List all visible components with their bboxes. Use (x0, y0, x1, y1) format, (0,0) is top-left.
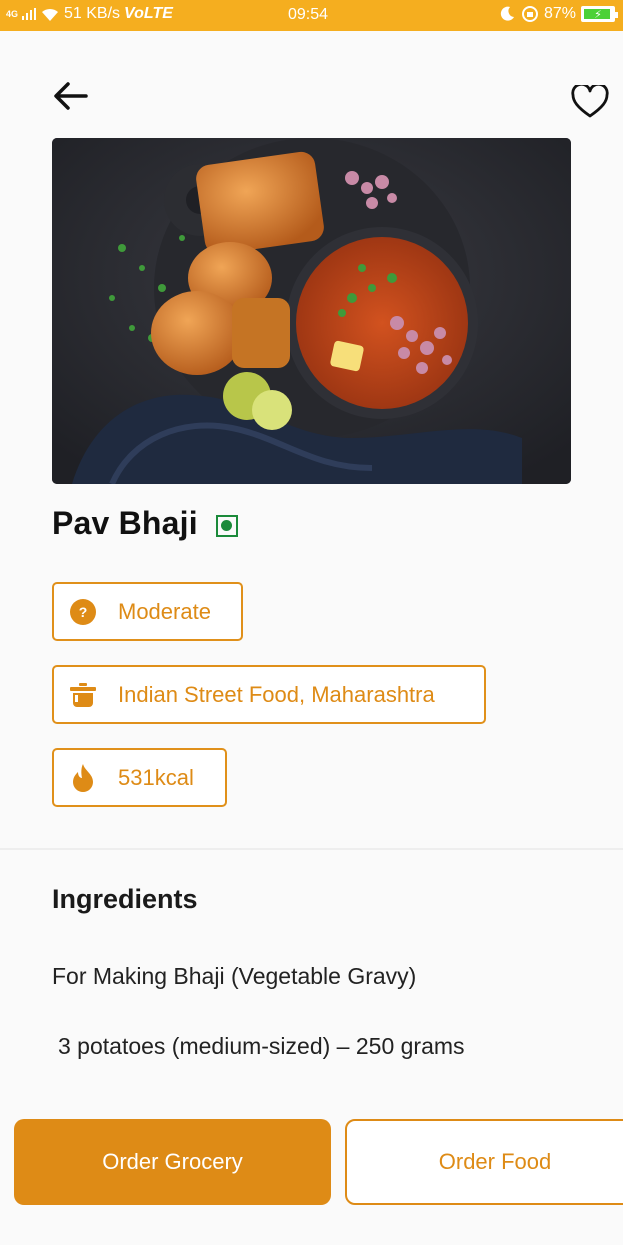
help-circle-icon: ? (68, 597, 98, 627)
arrow-left-icon (54, 82, 88, 110)
ingredients-subtitle: For Making Bhaji (Vegetable Gravy) (52, 963, 417, 989)
cuisine-label: Indian Street Food, Maharashtra (118, 681, 435, 707)
veg-mark-icon (215, 514, 238, 537)
volte-label: VoLTE (124, 5, 173, 22)
order-grocery-button[interactable]: Order Grocery (14, 1119, 331, 1205)
difficulty-label: Moderate (118, 598, 211, 624)
heart-outline-icon (571, 85, 609, 118)
network-type: 4G (6, 8, 19, 19)
clock: 09:54 (288, 6, 329, 23)
status-left: 4G 51 KB/s VoLTE (6, 5, 173, 23)
rotation-lock-icon (521, 6, 538, 22)
calories-label: 531kcal (118, 764, 194, 790)
recipe-title: Pav Bhaji (52, 505, 198, 541)
pot-icon (68, 680, 98, 710)
battery-icon: ⚡ (581, 6, 618, 22)
favorite-button[interactable] (569, 82, 611, 122)
wifi-icon (42, 8, 59, 21)
section-divider (0, 848, 623, 850)
ingredient-item: 3 potatoes (medium-sized) – 250 grams (58, 1033, 465, 1059)
status-right: 87% ⚡ (498, 5, 618, 23)
status-bar: 4G 51 KB/s VoLTE 09:54 87% ⚡ (0, 0, 623, 31)
back-button[interactable] (50, 76, 90, 116)
title-row: Pav Bhaji (52, 505, 238, 542)
network-speed: 51 KB/s (64, 5, 121, 22)
moon-icon (500, 6, 514, 21)
signal-icon (22, 8, 37, 20)
battery-percent: 87% (543, 5, 576, 22)
svg-text:?: ? (79, 604, 88, 620)
ingredients-title: Ingredients (52, 884, 198, 914)
flame-icon (68, 763, 98, 793)
cuisine-tag: Indian Street Food, Maharashtra (52, 665, 486, 724)
recipe-image (52, 138, 571, 484)
difficulty-tag: ? Moderate (52, 582, 243, 641)
calories-tag: 531kcal (52, 748, 227, 807)
order-food-button[interactable]: Order Food (345, 1119, 623, 1205)
